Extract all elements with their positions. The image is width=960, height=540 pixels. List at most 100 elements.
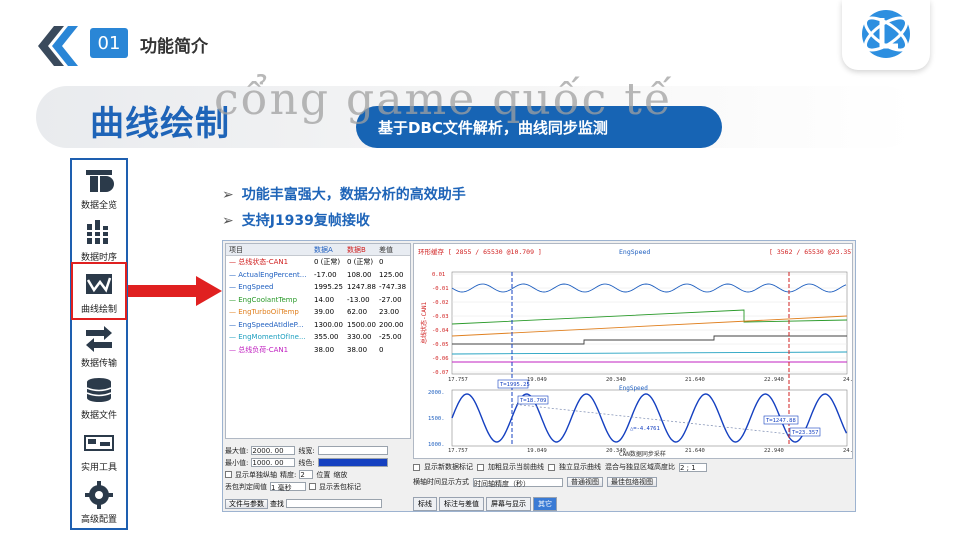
- bullet-item: ➢ 支持J1939复帧接收: [222, 213, 370, 229]
- x-tick-label: 17.757: [448, 448, 468, 454]
- zoom-label: 缩放: [333, 470, 348, 479]
- sidebar-item-label: 数据全览: [80, 201, 117, 211]
- table-row[interactable]: — EngCoolantTemp 14.00 -13.00 -27.00: [226, 294, 410, 307]
- single-axis-label: 显示单独纵轴: [235, 470, 277, 479]
- table-row[interactable]: — EngTurboOilTemp 39.00 62.00 23.00: [226, 306, 410, 319]
- table-row[interactable]: — ActualEngPercent... -17.00 108.00 125.00: [226, 269, 410, 282]
- table-row[interactable]: — EngSpeed 1995.25 1247.88 -747.38: [226, 281, 410, 294]
- signal-value: 14.00: [314, 295, 335, 304]
- search-input[interactable]: [286, 499, 382, 508]
- best-view-button[interactable]: 最佳包络视图: [607, 477, 657, 487]
- column-header[interactable]: 数据B: [347, 245, 379, 255]
- time-mode-select[interactable]: 时间轴精度（秒）: [473, 477, 563, 488]
- x-tick-label: 24.237: [843, 377, 852, 383]
- signal-value: 38.00: [347, 345, 368, 354]
- curve-settings: 最大值: 2000. 00 线宽: 最小值: 1000. 00 线色: 显示单独…: [225, 445, 413, 497]
- new-marker-checkbox[interactable]: [413, 463, 420, 471]
- bullet-item: ➢ 功能丰富强大，数据分析的高效助手: [222, 187, 466, 203]
- filter-input[interactable]: 1 毫秒: [270, 482, 306, 492]
- signal-name: ActualEngPercent...: [238, 270, 307, 279]
- precision-input[interactable]: 2: [299, 470, 314, 479]
- active-item-highlight: [71, 262, 127, 320]
- signal-table: 项目 数据A 数据B 差值 — 总线状态-CAN1 0 (正常) 0 (正常) 0— …: [225, 243, 411, 439]
- sidebar-item-files[interactable]: 数据文件: [72, 372, 126, 428]
- signal-value: 39.00: [314, 308, 335, 317]
- column-header[interactable]: 数据A: [314, 245, 347, 255]
- search-label: 查找: [270, 500, 284, 508]
- bottom-x-label: CAN数据同步采样: [619, 450, 666, 458]
- section-title: 功能简介: [140, 37, 208, 57]
- show-lost-checkbox[interactable]: [309, 483, 316, 490]
- bottom-chart-title: EngSpeed: [619, 385, 648, 392]
- min-label: 最小值:: [225, 458, 249, 467]
- table-row[interactable]: — 总线状态-CAN1 0 (正常) 0 (正常) 0: [226, 256, 410, 269]
- buffer-info-left: 环形缓存 [ 2855 / 65530 @10.709 ]: [418, 247, 542, 256]
- position-label: 位置: [316, 470, 331, 479]
- signal-name: 总线状态-CAN1: [238, 258, 289, 267]
- signal-value: 125.00: [379, 270, 404, 279]
- ratio-select[interactable]: 2 ; 1: [679, 462, 707, 472]
- back-chevron-icon[interactable]: [34, 22, 82, 70]
- sidebar-item-transfer[interactable]: 数据传输: [72, 320, 126, 376]
- signal-value: -13.00: [347, 295, 370, 304]
- tab-item[interactable]: 屏幕与显示: [486, 497, 531, 511]
- sidebar-item-advanced[interactable]: 高级配置: [72, 476, 126, 532]
- file-param-select[interactable]: 文件与参数: [225, 499, 268, 509]
- signal-name: EngSpeedAtIdleP...: [238, 320, 304, 329]
- table-row[interactable]: — EngMomentOfIne... 355.00 330.00 -25.00: [226, 331, 410, 344]
- bold-curve-label: 加粗显示当前曲线: [488, 463, 544, 471]
- cursor-b-value: T=1247.88: [766, 418, 796, 424]
- table-row[interactable]: — EngSpeedAtIdleP... 1300.00 1500.00 200.00: [226, 319, 410, 332]
- sidebar-item-overview[interactable]: 数据全览: [72, 162, 126, 218]
- independent-curve-label: 独立显示曲线: [559, 463, 601, 471]
- section-number: 01: [90, 28, 128, 58]
- tab-item[interactable]: 标注与差值: [439, 497, 484, 511]
- signal-name: EngCoolantTemp: [238, 295, 298, 304]
- signal-name: 总线负荷-CAN1: [238, 345, 289, 354]
- chart-pane[interactable]: 环形缓存 [ 2855 / 65530 @10.709 ] EngSpeed […: [413, 243, 863, 459]
- cursor-a-time: T=18.709: [520, 398, 547, 404]
- sidebar-item-tools[interactable]: 实用工具: [72, 424, 126, 480]
- min-input[interactable]: 1000. 00: [251, 458, 296, 467]
- watermark-text: cổng game quốc tế: [214, 74, 674, 125]
- signal-value: 0: [379, 258, 384, 267]
- display-options: 显示新数据标记 加粗显示当前曲线 独立显示曲线 混合与独显区域高度比 2 ; 1…: [413, 461, 853, 497]
- single-axis-checkbox[interactable]: [225, 471, 232, 478]
- precision-label: 精度:: [280, 470, 297, 479]
- y-tick-label: -0.01: [432, 286, 449, 292]
- independent-curve-checkbox[interactable]: [548, 463, 555, 471]
- signal-value: 200.00: [379, 320, 404, 329]
- line-color-picker[interactable]: [317, 458, 388, 467]
- tab-item[interactable]: 标线: [413, 497, 437, 511]
- column-header[interactable]: 项目: [226, 245, 314, 255]
- table-row[interactable]: — 总线负荷-CAN1 38.00 38.00 0: [226, 344, 410, 357]
- y-tick-label: 1000.: [428, 442, 445, 448]
- line-width-slider[interactable]: [317, 446, 388, 455]
- transfer-icon: [86, 326, 112, 352]
- new-marker-label: 显示新数据标记: [424, 463, 473, 471]
- column-header[interactable]: 差值: [379, 245, 409, 255]
- gear-icon: [85, 481, 113, 509]
- signal-value: 108.00: [347, 270, 372, 279]
- delta-value: △=-4.4761: [630, 426, 660, 432]
- buffer-info-right: [ 3562 / 65530 @23.357 ]: [769, 248, 852, 256]
- bold-curve-checkbox[interactable]: [477, 463, 484, 471]
- sidebar-item-label: 数据传输: [80, 359, 117, 369]
- x-tick-label: 17.757: [448, 377, 468, 383]
- normal-view-button[interactable]: 普通视图: [567, 477, 603, 487]
- y-tick-label: -0.04: [432, 328, 449, 334]
- signal-value: 23.00: [379, 308, 400, 317]
- company-logo: [842, 0, 930, 70]
- time-mode-label: 横轴时间显示方式: [413, 478, 469, 486]
- y-tick-label: -0.07: [432, 370, 449, 376]
- mix-ratio-label: 混合与独显区域高度比: [605, 463, 675, 471]
- curve-chart[interactable]: 环形缓存 [ 2855 / 65530 @10.709 ] EngSpeed […: [414, 244, 863, 458]
- signal-value: 1300.00: [314, 320, 343, 329]
- max-input[interactable]: 2000. 00: [251, 446, 296, 455]
- filter-label: 丢包判定阈值: [225, 482, 267, 491]
- show-lost-label: 显示丢包标记: [319, 482, 361, 491]
- x-tick-label: 19.049: [527, 448, 547, 454]
- line-color-label: 线色:: [298, 458, 315, 467]
- signal-value: -25.00: [379, 333, 402, 342]
- tab-item[interactable]: 其它: [533, 497, 557, 511]
